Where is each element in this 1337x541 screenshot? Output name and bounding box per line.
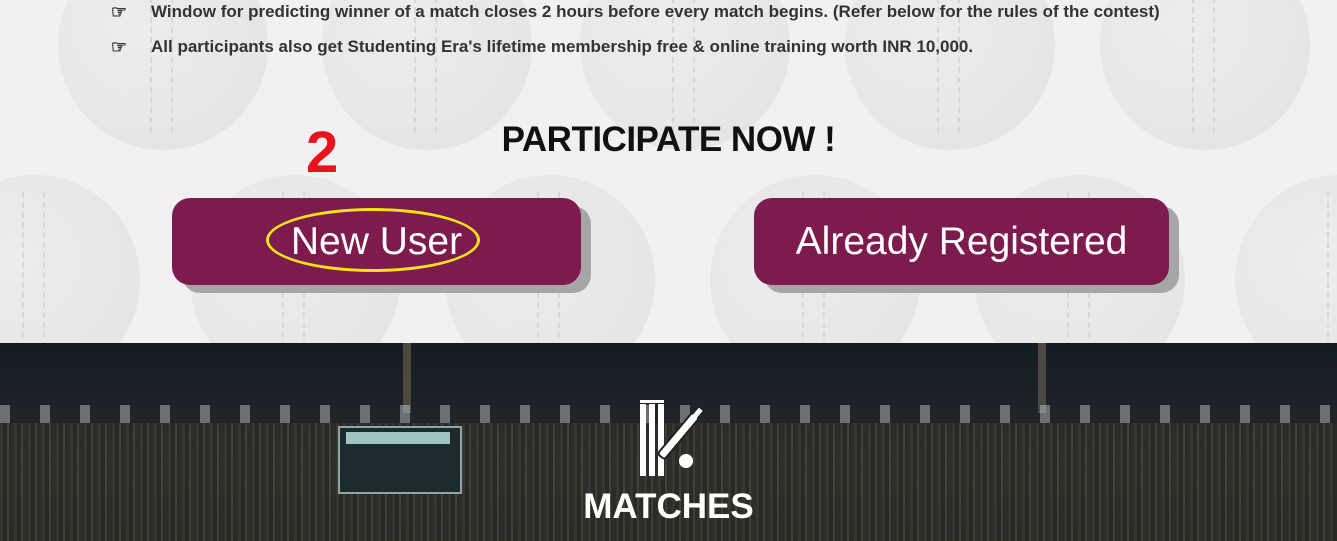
- participate-title: PARTICIPATE NOW !: [501, 120, 836, 159]
- scoreboard: [338, 426, 462, 494]
- already-registered-label: Already Registered: [795, 219, 1128, 263]
- matches-section: MATCHES: [0, 343, 1337, 541]
- cricket-bat-stumps-icon: [640, 400, 703, 476]
- floodlight-pole: [403, 343, 411, 413]
- list-item: ☞ All participants also get Studenting E…: [108, 35, 1160, 59]
- floodlight-pole: [1038, 343, 1046, 413]
- list-item-text: Window for predicting winner of a match …: [151, 2, 1160, 21]
- already-registered-button[interactable]: Already Registered: [754, 198, 1169, 285]
- cricket-ball-bg: [1235, 175, 1337, 343]
- pointing-hand-icon: ☞: [110, 36, 128, 57]
- info-list: ☞ Window for predicting winner of a matc…: [108, 0, 1160, 70]
- list-item-text: All participants also get Studenting Era…: [151, 37, 974, 56]
- cricket-ball-bg: [0, 175, 140, 343]
- list-item: ☞ Window for predicting winner of a matc…: [108, 0, 1160, 24]
- pointing-hand-icon: ☞: [110, 1, 128, 22]
- matches-title: MATCHES: [583, 487, 754, 526]
- new-user-label: New User: [290, 219, 463, 263]
- new-user-button[interactable]: New User: [172, 198, 581, 285]
- participate-section: ☞ Window for predicting winner of a matc…: [0, 0, 1337, 343]
